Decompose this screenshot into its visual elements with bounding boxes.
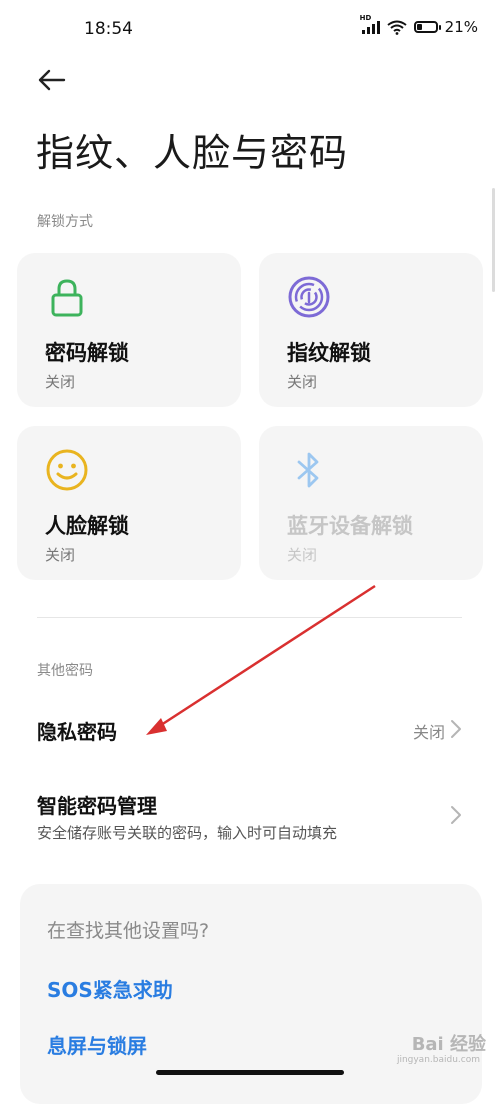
signal-icon: HD	[360, 14, 380, 34]
chevron-right-icon	[451, 720, 461, 738]
suggestions-question: 在查找其他设置吗?	[47, 920, 210, 942]
smart-password-desc: 安全储存账号关联的密码，输入时可自动填充	[37, 824, 338, 842]
bluetooth-unlock-state: 关闭	[287, 546, 318, 564]
password-unlock-title: 密码解锁	[45, 341, 129, 365]
lock-icon	[51, 279, 83, 317]
smart-password-row[interactable]: 智能密码管理 安全储存账号关联的密码，输入时可自动填充	[0, 778, 500, 848]
chevron-right-icon	[451, 806, 461, 824]
status-icons: HD 21%	[360, 14, 478, 36]
watermark-logo: Bai 经验	[411, 1034, 486, 1055]
face-unlock-title: 人脸解锁	[45, 514, 129, 538]
password-unlock-state: 关闭	[45, 373, 76, 391]
fingerprint-unlock-state: 关闭	[287, 373, 318, 391]
battery-percent: 21%	[444, 18, 478, 36]
bluetooth-unlock-card[interactable]: 蓝牙设备解锁 关闭	[259, 426, 483, 580]
face-unlock-card[interactable]: 人脸解锁 关闭	[17, 426, 241, 580]
unlock-section-label: 解锁方式	[37, 214, 93, 230]
back-arrow-icon[interactable]	[34, 63, 68, 97]
status-bar: 18:54 HD 21%	[0, 0, 500, 60]
screen-lock-link[interactable]: 息屏与锁屏	[47, 1030, 147, 1059]
section-divider	[37, 617, 462, 618]
privacy-password-value: 关闭	[412, 723, 445, 742]
fingerprint-unlock-card[interactable]: 指纹解锁 关闭	[259, 253, 483, 407]
smiley-face-icon	[46, 449, 88, 491]
sos-link[interactable]: SOS紧急求助	[47, 974, 173, 1003]
other-section-label: 其他密码	[37, 663, 93, 679]
privacy-password-row[interactable]: 隐私密码 关闭	[0, 700, 500, 760]
scrollbar[interactable]	[492, 188, 495, 292]
bluetooth-unlock-title: 蓝牙设备解锁	[287, 514, 413, 538]
watermark-url: jingyan.baidu.com	[396, 1055, 480, 1065]
fingerprint-icon	[288, 276, 330, 318]
bluetooth-icon	[297, 452, 319, 488]
page-title: 指纹、人脸与密码	[36, 131, 349, 175]
password-unlock-card[interactable]: 密码解锁 关闭	[17, 253, 241, 407]
face-unlock-state: 关闭	[45, 546, 76, 564]
wifi-icon	[387, 20, 407, 35]
gesture-bar[interactable]	[156, 1070, 344, 1075]
battery-icon	[413, 21, 441, 33]
privacy-password-label: 隐私密码	[37, 720, 117, 744]
status-time: 18:54	[84, 19, 133, 39]
fingerprint-unlock-title: 指纹解锁	[287, 341, 371, 365]
smart-password-label: 智能密码管理	[37, 794, 157, 818]
network-type: HD	[359, 14, 372, 22]
